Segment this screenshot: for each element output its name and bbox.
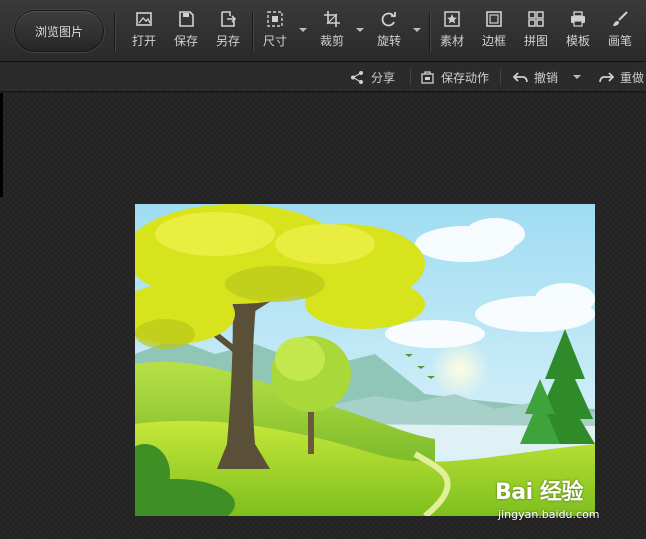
action-bar: 分享 保存动作 撤销 重做 [0, 62, 646, 92]
save-button[interactable]: 保存 [173, 10, 199, 56]
save-action-button[interactable]: 保存动作 [420, 62, 489, 92]
rotate-button[interactable]: 旋转 [376, 10, 402, 56]
share-icon [351, 70, 363, 84]
baidu-watermark: Bai 经验 jingyan.baidu.com [495, 480, 600, 521]
resize-icon [267, 11, 283, 27]
main-toolbar: 浏览图片 打开 保存 另存 尺寸 裁剪 旋转 素材 边框 拼图 模板 画笔 [0, 0, 646, 62]
share-button[interactable]: 分享 [350, 62, 395, 92]
save-as-button[interactable]: 另存 [215, 10, 241, 56]
undo-icon [513, 71, 528, 82]
brush-button[interactable]: 画笔 [607, 10, 633, 56]
crop-icon [324, 11, 340, 27]
grid-icon [528, 11, 544, 27]
redo-icon [599, 71, 614, 82]
toolbar-separator [114, 12, 115, 52]
browse-images-button[interactable]: 浏览图片 [14, 10, 104, 52]
printer-icon [571, 11, 585, 27]
open-button[interactable]: 打开 [131, 10, 157, 56]
brush-icon [613, 11, 628, 26]
redo-button[interactable]: 重做 [599, 62, 644, 92]
border-button[interactable]: 边框 [481, 10, 507, 56]
crop-button[interactable]: 裁剪 [319, 10, 345, 56]
save-action-icon [421, 70, 434, 84]
rotate-icon [381, 12, 396, 27]
undo-button[interactable]: 撤销 [513, 62, 558, 92]
action-separator [500, 69, 501, 85]
frame-icon [486, 11, 502, 27]
rotate-dropdown-caret[interactable] [413, 28, 421, 32]
toolbar-separator [429, 12, 430, 52]
star-icon [444, 11, 460, 27]
action-separator [410, 69, 411, 85]
undo-dropdown-caret[interactable] [573, 75, 581, 79]
save-as-icon [221, 11, 237, 27]
template-button[interactable]: 模板 [565, 10, 591, 56]
materials-button[interactable]: 素材 [439, 10, 465, 56]
resize-dropdown-caret[interactable] [299, 28, 307, 32]
resize-button[interactable]: 尺寸 [262, 10, 288, 56]
crop-dropdown-caret[interactable] [356, 28, 364, 32]
toolbar-separator [252, 12, 253, 52]
open-icon [136, 12, 152, 26]
left-panel-edge [0, 93, 3, 197]
collage-button[interactable]: 拼图 [523, 10, 549, 56]
save-icon [179, 11, 194, 27]
